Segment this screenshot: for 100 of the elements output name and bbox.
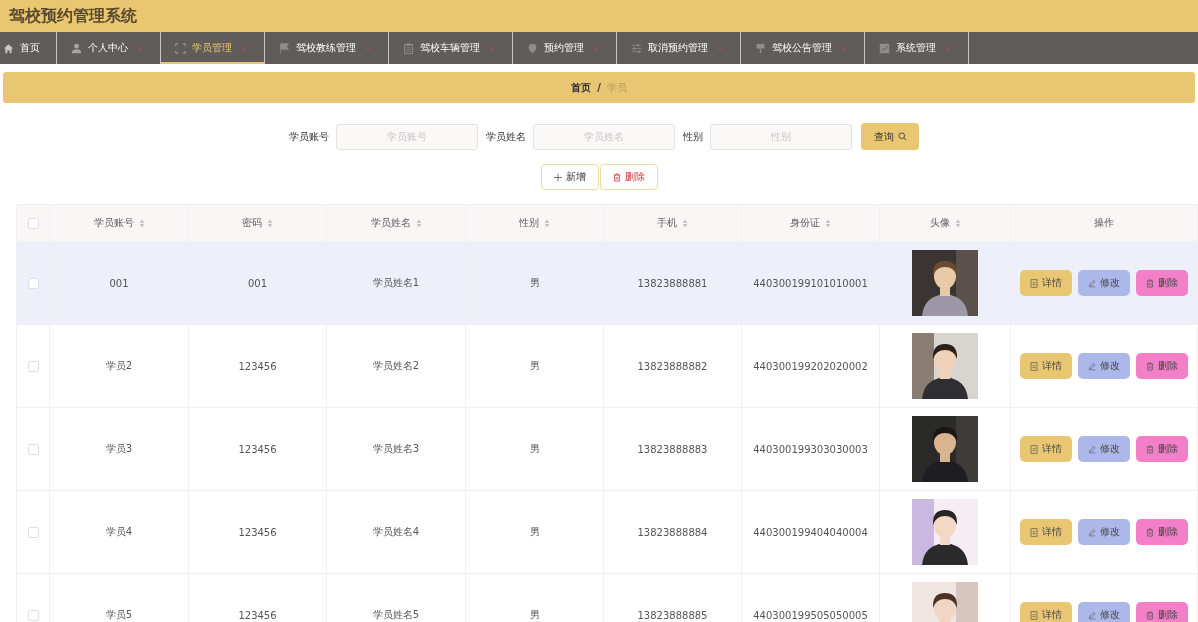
row-checkbox[interactable]	[27, 526, 39, 538]
chevron-down-icon	[364, 45, 372, 51]
table-cell: 13823888884	[637, 526, 708, 538]
chevron-down-icon	[840, 45, 848, 51]
breadcrumb-link[interactable]: 首页	[571, 80, 592, 95]
user-icon	[71, 42, 82, 54]
delete-button[interactable]: 删除	[1136, 519, 1188, 545]
chevron-down-icon	[488, 45, 496, 51]
table-cell: 学员姓名2	[372, 360, 420, 371]
chart-icon	[879, 42, 890, 54]
document-icon	[1030, 361, 1038, 371]
column-header: 头像	[929, 216, 950, 230]
details-button[interactable]: 详情	[1020, 602, 1072, 622]
field-label: 学员账号	[289, 129, 329, 144]
trash-icon	[1146, 610, 1154, 620]
table-cell: 男	[529, 360, 540, 371]
table-cell: 学员2	[105, 360, 133, 371]
table-cell: 学员姓名4	[372, 526, 420, 537]
table-cell: 001	[247, 277, 268, 289]
sort-icon[interactable]	[682, 218, 688, 228]
edit-button[interactable]: 修改	[1078, 353, 1130, 379]
trash-icon	[1146, 361, 1154, 371]
table-cell: 123456	[238, 526, 277, 538]
document-icon	[1030, 444, 1038, 454]
trash-icon	[1146, 278, 1154, 288]
document-icon	[1030, 610, 1038, 620]
table-cell: 学员4	[105, 526, 133, 537]
chevron-down-icon	[240, 45, 248, 51]
delete-button[interactable]: 删除	[1136, 353, 1188, 379]
table-cell: 13823888883	[637, 443, 708, 455]
add-button[interactable]: 新增	[540, 164, 599, 190]
sort-icon[interactable]	[825, 218, 831, 228]
column-header: 手机	[657, 216, 677, 230]
delete-button[interactable]: 删除	[1136, 436, 1188, 462]
table-cell: 学员3	[105, 443, 133, 454]
row-checkbox[interactable]	[27, 277, 39, 289]
trash-icon	[1146, 444, 1154, 454]
sort-icon[interactable]	[415, 218, 422, 228]
row-checkbox[interactable]	[27, 443, 39, 455]
table-cell: 13823888885	[637, 609, 708, 621]
row-checkbox[interactable]	[27, 360, 39, 372]
delete-button[interactable]: 删除	[1136, 602, 1188, 622]
column-header: 学员账号	[93, 216, 134, 230]
document-icon	[1030, 278, 1038, 288]
table-cell: 001	[109, 277, 129, 289]
document-icon	[1030, 527, 1038, 537]
sort-icon[interactable]	[138, 218, 145, 228]
table-cell: 男	[529, 443, 540, 454]
row-checkbox[interactable]	[27, 609, 39, 621]
pen-icon	[1088, 444, 1096, 454]
table-cell: 440300199404040004	[753, 526, 868, 538]
edit-button[interactable]: 修改	[1078, 602, 1130, 622]
table-cell: 440300199505050005	[753, 609, 868, 621]
details-button[interactable]: 详情	[1020, 353, 1072, 379]
column-header: 密码	[242, 216, 262, 230]
chevron-down-icon	[592, 45, 600, 51]
sign-icon	[755, 42, 766, 54]
nav-tab[interactable]: 学员管理	[161, 32, 265, 64]
details-button[interactable]: 详情	[1020, 436, 1072, 462]
home-icon	[3, 42, 14, 54]
sort-icon[interactable]	[544, 218, 550, 228]
pen-icon	[1088, 610, 1096, 620]
search-button[interactable]: 查询	[861, 123, 919, 150]
delete-button[interactable]: 删除	[1136, 270, 1188, 296]
search-icon	[897, 132, 907, 141]
column-header: 学员姓名	[370, 216, 411, 230]
sliders-icon	[631, 42, 642, 54]
app-title: 驾校预约管理系统	[9, 5, 137, 27]
pen-icon	[1088, 527, 1096, 537]
details-button[interactable]: 详情	[1020, 270, 1072, 296]
sort-icon[interactable]	[954, 218, 961, 228]
chevron-down-icon	[944, 45, 952, 51]
frame-icon	[175, 42, 186, 54]
plus-icon	[553, 172, 562, 182]
delete-button[interactable]: 删除	[599, 164, 658, 190]
table-cell: 13823888882	[637, 360, 708, 372]
clipboard-icon	[403, 42, 414, 54]
chevron-down-icon	[716, 45, 724, 51]
trash-icon	[612, 172, 621, 182]
column-header: 操作	[1094, 216, 1114, 230]
sort-icon[interactable]	[267, 218, 273, 228]
edit-button[interactable]: 修改	[1078, 436, 1130, 462]
details-button[interactable]: 详情	[1020, 519, 1072, 545]
flag-icon	[279, 42, 290, 54]
table-cell: 男	[529, 277, 540, 288]
pin-icon	[527, 42, 538, 54]
breadcrumb-separator: /	[597, 82, 601, 93]
edit-button[interactable]: 修改	[1078, 519, 1130, 545]
table-cell: 440300199202020002	[753, 360, 868, 372]
table-cell: 123456	[238, 360, 277, 372]
table-cell: 123456	[238, 609, 277, 621]
table-cell: 男	[529, 526, 540, 537]
table-cell: 学员姓名5	[372, 609, 420, 620]
table-cell: 学员姓名3	[372, 443, 420, 454]
select-all-checkbox[interactable]	[27, 217, 39, 229]
column-header: 身份证	[790, 216, 820, 230]
table-cell: 440300199101010001	[753, 277, 868, 289]
table-cell: 学员姓名1	[372, 277, 420, 288]
edit-button[interactable]: 修改	[1078, 270, 1130, 296]
table-cell: 男	[529, 609, 540, 620]
